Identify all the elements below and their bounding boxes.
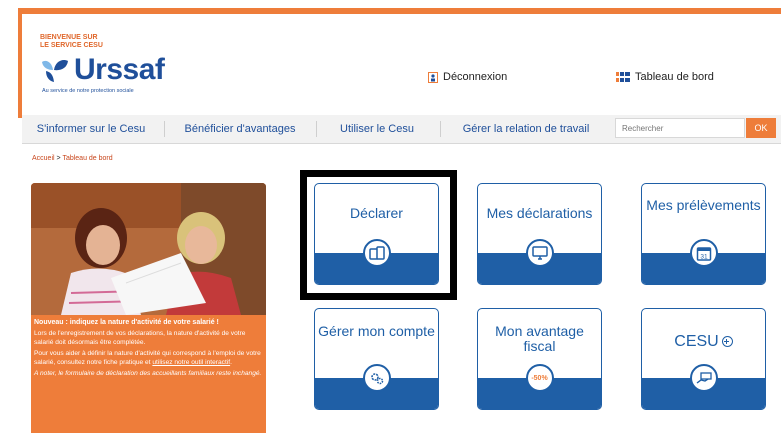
tile-gerer-compte-label: Gérer mon compte bbox=[318, 323, 435, 339]
tile-mes-declarations[interactable]: Mes déclarations bbox=[477, 183, 602, 285]
calendar-day-number: 31 bbox=[700, 254, 708, 261]
welcome-line-2: LE SERVICE CESU bbox=[40, 42, 103, 49]
tile-cesu[interactable]: CESU bbox=[641, 308, 766, 410]
breadcrumb-current: Tableau de bord bbox=[62, 155, 113, 162]
gears-icon bbox=[362, 364, 391, 392]
promo-paragraph-1: Lors de l'enregistrement de vos déclarat… bbox=[34, 330, 246, 346]
monitor-icon bbox=[525, 239, 554, 267]
urssaf-logo-text[interactable]: Urssaf bbox=[74, 53, 165, 87]
tile-cesu-label: CESU bbox=[674, 333, 719, 350]
selection-highlight-frame bbox=[300, 170, 457, 300]
interactive-tool-link[interactable]: utilisez notre outil interactif bbox=[152, 359, 230, 366]
user-icon bbox=[428, 71, 438, 83]
promo-text: Nouveau : indiquez la nature d'activité … bbox=[34, 319, 262, 381]
nav-divider bbox=[316, 121, 317, 137]
search-input[interactable] bbox=[615, 118, 745, 138]
promo-note: A noter, le formulaire de déclaration de… bbox=[34, 370, 262, 378]
search-ok-button[interactable]: OK bbox=[746, 118, 776, 138]
tile-mes-declarations-label: Mes déclarations bbox=[486, 205, 593, 221]
dashboard-link[interactable]: Tableau de bord bbox=[616, 71, 714, 83]
urssaf-logo-mark-icon[interactable] bbox=[40, 58, 70, 84]
promo-card[interactable]: Nouveau : indiquez la nature d'activité … bbox=[31, 183, 266, 433]
promo-paragraph-2: Pour vous aider à définir la nature d'ac… bbox=[34, 350, 262, 367]
promo-headline: Nouveau : indiquez la nature d'activité … bbox=[34, 319, 219, 326]
tile-avantage-fiscal-label: Mon avantage fiscal bbox=[495, 323, 584, 354]
logo-tagline: Au service de notre protection sociale bbox=[42, 88, 134, 94]
nav-item-informer[interactable]: S'informer sur le Cesu bbox=[26, 115, 156, 143]
calendar-icon: 31 bbox=[689, 239, 718, 267]
nav-divider bbox=[440, 121, 441, 137]
tile-mes-prelevements-label: Mes prélèvements bbox=[646, 197, 761, 213]
money-hand-icon bbox=[689, 364, 718, 392]
tile-gerer-compte[interactable]: Gérer mon compte bbox=[314, 308, 439, 410]
tile-cesu-label-wrap: CESU bbox=[642, 333, 765, 350]
plus-circle-icon bbox=[721, 336, 733, 348]
dashboard-label: Tableau de bord bbox=[635, 71, 714, 83]
nav-item-utiliser[interactable]: Utiliser le Cesu bbox=[322, 115, 432, 143]
breadcrumb-home-link[interactable]: Accueil bbox=[32, 155, 55, 162]
welcome-line-1: BIENVENUE SUR bbox=[40, 34, 98, 41]
dashboard-grid-icon bbox=[616, 72, 630, 82]
nav-item-avantages[interactable]: Bénéficier d'avantages bbox=[170, 115, 310, 143]
percent-icon: -50% bbox=[525, 364, 554, 392]
logout-label: Déconnexion bbox=[443, 71, 508, 83]
promo-paragraph-2-end: . bbox=[230, 358, 232, 366]
nav-divider bbox=[164, 121, 165, 137]
welcome-text: BIENVENUE SUR LE SERVICE CESU bbox=[40, 34, 103, 50]
promo-photo bbox=[31, 183, 266, 315]
tile-avantage-fiscal[interactable]: Mon avantage fiscal -50% bbox=[477, 308, 602, 410]
tile-mes-prelevements[interactable]: Mes prélèvements 31 bbox=[641, 183, 766, 285]
percent-icon-text: -50% bbox=[531, 374, 548, 382]
logout-link[interactable]: Déconnexion bbox=[428, 71, 507, 83]
breadcrumb: Accueil > Tableau de bord bbox=[32, 155, 113, 162]
nav-item-relation-travail[interactable]: Gérer la relation de travail bbox=[446, 115, 606, 143]
